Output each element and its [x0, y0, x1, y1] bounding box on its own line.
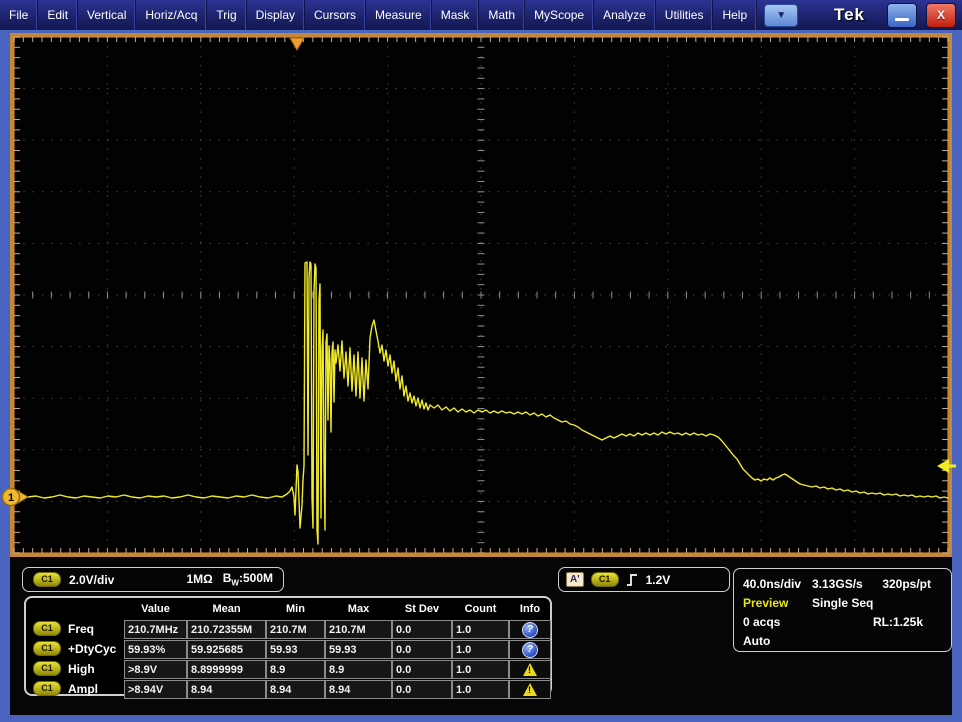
- impedance: 1MΩ: [186, 572, 212, 586]
- waveform-display[interactable]: [10, 33, 952, 557]
- menu-item-mask[interactable]: Mask: [432, 0, 480, 30]
- menu-item-file[interactable]: File: [0, 0, 38, 30]
- value-cell: >8.9V: [124, 660, 187, 679]
- menu-bar: FileEditVerticalHoriz/AcqTrigDisplayCurs…: [0, 0, 962, 30]
- menu-overflow-button[interactable]: ▼: [764, 4, 798, 27]
- count-cell: 1.0: [452, 620, 509, 639]
- menu-items: FileEditVerticalHoriz/AcqTrigDisplayCurs…: [0, 0, 757, 30]
- warning-icon[interactable]: !: [523, 663, 537, 676]
- rising-edge-icon: [626, 572, 639, 587]
- minimize-icon: [895, 18, 909, 21]
- acquisition-count: 0 acqs: [743, 615, 780, 629]
- measurement-label: C1 High: [27, 659, 124, 678]
- column-header-count: Count: [452, 599, 509, 619]
- count-cell: 1.0: [452, 660, 509, 679]
- max-cell: 8.94: [325, 680, 392, 699]
- trigger-source-label: A': [566, 572, 584, 587]
- menu-item-measure[interactable]: Measure: [366, 0, 432, 30]
- trigger-mode: Auto: [743, 634, 770, 648]
- measurement-name: Ampl: [68, 682, 98, 696]
- stdev-cell: 0.0: [392, 680, 452, 699]
- mean-cell: 210.72355M: [187, 620, 266, 639]
- acquisition-mode: Single Seq: [812, 596, 873, 610]
- column-header-info: Info: [509, 599, 551, 619]
- max-cell: 8.9: [325, 660, 392, 679]
- column-header-max: Max: [325, 599, 392, 619]
- max-cell: 59.93: [325, 640, 392, 659]
- table-corner: [27, 599, 124, 619]
- menu-item-utilities[interactable]: Utilities: [656, 0, 714, 30]
- info-cell[interactable]: !: [509, 680, 551, 699]
- channel-badge: C1: [33, 621, 61, 636]
- min-cell: 59.93: [266, 640, 325, 659]
- measurement-name: High: [68, 662, 95, 676]
- horizontal-acq-readout[interactable]: 40.0ns/div 3.13GS/s 320ps/pt Preview Sin…: [733, 568, 952, 652]
- channel1-readout[interactable]: C1 2.0V/div 1MΩ BW:500M: [22, 567, 284, 592]
- mean-cell: 8.8999999: [187, 660, 266, 679]
- minimize-button[interactable]: [887, 3, 917, 28]
- time-per-div: 40.0ns/div: [743, 577, 812, 591]
- count-cell: 1.0: [452, 680, 509, 699]
- menu-item-cursors[interactable]: Cursors: [305, 0, 366, 30]
- menu-item-edit[interactable]: Edit: [38, 0, 78, 30]
- channel-badge: C1: [33, 661, 61, 676]
- channel1-badge: C1: [33, 572, 61, 587]
- measurement-grid: ValueMeanMinMaxSt DevCountInfo C1 Freq 210.…: [27, 599, 549, 699]
- stdev-cell: 0.0: [392, 620, 452, 639]
- mean-cell: 8.94: [187, 680, 266, 699]
- input-settings: 1MΩ BW:500M: [186, 571, 273, 587]
- record-length: RL:1.25k: [873, 615, 923, 629]
- trigger-level: 1.2V: [646, 573, 671, 587]
- question-info-icon[interactable]: ?: [522, 642, 538, 658]
- value-cell: 59.93%: [124, 640, 187, 659]
- trigger-channel-badge: C1: [591, 572, 619, 587]
- info-cell[interactable]: ?: [509, 620, 551, 639]
- channel-badge: C1: [33, 681, 61, 696]
- min-cell: 8.94: [266, 680, 325, 699]
- stdev-cell: 0.0: [392, 660, 452, 679]
- column-header-st-dev: St Dev: [392, 599, 452, 619]
- count-cell: 1.0: [452, 640, 509, 659]
- menu-item-math[interactable]: Math: [479, 0, 525, 30]
- readout-panel: C1 2.0V/div 1MΩ BW:500M A' C1 1.2V 40.0n…: [10, 557, 952, 715]
- stdev-cell: 0.0: [392, 640, 452, 659]
- menu-item-vertical[interactable]: Vertical: [78, 0, 136, 30]
- question-info-icon[interactable]: ?: [522, 622, 538, 638]
- menu-item-trig[interactable]: Trig: [207, 0, 246, 30]
- resolution: 320ps/pt: [882, 577, 931, 591]
- min-cell: 8.9: [266, 660, 325, 679]
- measurement-name: +DtyCyc: [68, 642, 116, 656]
- menu-item-analyze[interactable]: Analyze: [594, 0, 656, 30]
- chevron-down-icon: ▼: [776, 10, 786, 21]
- trigger-readout[interactable]: A' C1 1.2V: [558, 567, 730, 592]
- min-cell: 210.7M: [266, 620, 325, 639]
- measurement-label: C1 Ampl: [27, 679, 124, 698]
- menu-item-myscope[interactable]: MyScope: [525, 0, 594, 30]
- column-header-value: Value: [124, 599, 187, 619]
- max-cell: 210.7M: [325, 620, 392, 639]
- measurement-label: C1 +DtyCyc: [27, 639, 124, 658]
- preview-status: Preview: [743, 596, 812, 610]
- close-button[interactable]: X: [926, 3, 956, 28]
- info-cell[interactable]: ?: [509, 640, 551, 659]
- vertical-scale: 2.0V/div: [69, 573, 114, 587]
- bandwidth: BW:500M: [223, 571, 273, 587]
- measurement-name: Freq: [68, 622, 94, 636]
- column-header-min: Min: [266, 599, 325, 619]
- menu-item-display[interactable]: Display: [247, 0, 305, 30]
- info-cell[interactable]: !: [509, 660, 551, 679]
- value-cell: >8.94V: [124, 680, 187, 699]
- measurement-table: ValueMeanMinMaxSt DevCountInfo C1 Freq 210.…: [24, 596, 552, 696]
- mean-cell: 59.925685: [187, 640, 266, 659]
- column-header-mean: Mean: [187, 599, 266, 619]
- menu-item-horiz-acq[interactable]: Horiz/Acq: [136, 0, 207, 30]
- value-cell: 210.7MHz: [124, 620, 187, 639]
- channel-badge: C1: [33, 641, 61, 656]
- warning-icon[interactable]: !: [523, 683, 537, 696]
- menu-item-help[interactable]: Help: [713, 0, 757, 30]
- sample-rate: 3.13GS/s: [812, 577, 863, 591]
- tek-logo: Tek: [834, 5, 865, 25]
- measurement-label: C1 Freq: [27, 619, 124, 638]
- close-icon: X: [937, 8, 945, 22]
